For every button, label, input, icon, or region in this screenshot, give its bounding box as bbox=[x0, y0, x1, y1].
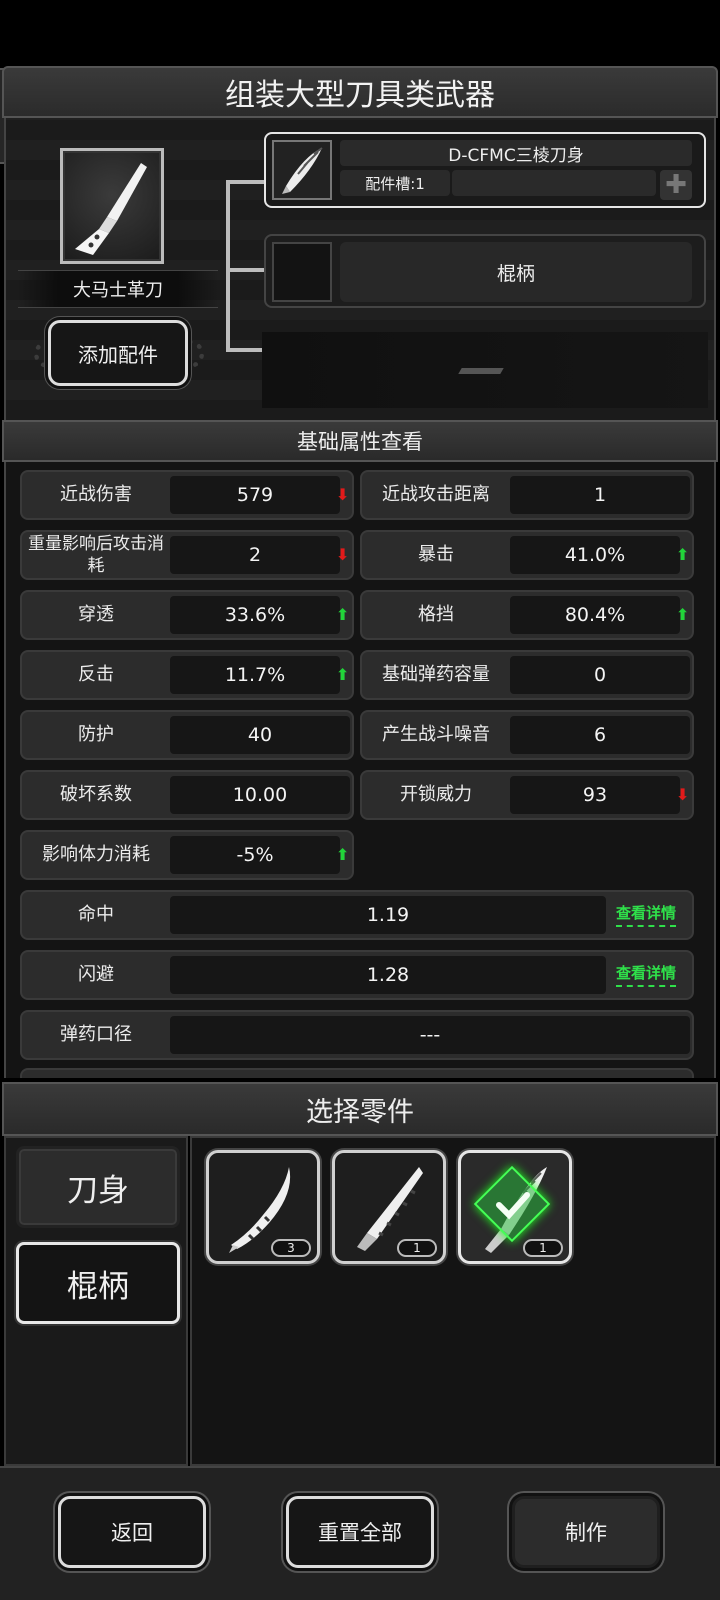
stat-value: 579 bbox=[170, 476, 340, 514]
slot-part-name: D-CFMC三棱刀身 bbox=[340, 140, 692, 166]
stat-label: 闪避 bbox=[78, 964, 114, 985]
add-attachment-button[interactable]: 添加配件 bbox=[48, 320, 188, 386]
connector-line bbox=[226, 268, 266, 272]
stat-label: 近战伤害 bbox=[60, 484, 132, 505]
category-tab-handle[interactable]: 棍柄 bbox=[16, 1242, 180, 1324]
stat-destruction: 破坏系数 10.00 bbox=[20, 770, 354, 820]
stat-accuracy: 命中 1.19 查看详情 bbox=[20, 890, 694, 940]
stat-noise: 产生战斗噪音 6 bbox=[360, 710, 694, 760]
arrow-up-icon: ⬆ bbox=[676, 605, 690, 624]
attachment-slot-locked bbox=[262, 332, 708, 408]
connector-line bbox=[226, 200, 230, 350]
stats-section-title: 基础属性查看 bbox=[2, 420, 718, 462]
back-button[interactable]: 返回 bbox=[58, 1496, 206, 1568]
stat-dodge: 闪避 1.28 查看详情 bbox=[20, 950, 694, 1000]
stat-caliber: 弹药口径 --- bbox=[20, 1010, 694, 1060]
stat-label: 开锁威力 bbox=[400, 784, 472, 805]
parts-section-title: 选择零件 bbox=[2, 1082, 718, 1136]
stat-label: 暴击 bbox=[418, 544, 454, 565]
stat-label: 基础弹药容量 bbox=[382, 664, 490, 685]
stat-value: 80.4% bbox=[510, 596, 680, 634]
stat-block: 格挡 80.4% ⬆ bbox=[360, 590, 694, 640]
view-details-link[interactable]: 查看详情 bbox=[616, 962, 677, 987]
stat-weight-cost: 重量影响后攻击消耗 2 ⬇ bbox=[20, 530, 354, 580]
stat-value: 6 bbox=[510, 716, 690, 754]
parts-grid: 3 1 1 bbox=[190, 1136, 716, 1466]
arrow-down-icon: ⬇ bbox=[336, 485, 350, 504]
arrow-up-icon: ⬆ bbox=[336, 605, 350, 624]
empty-slot-icon bbox=[272, 242, 332, 302]
stat-label: 重量影响后攻击消耗 bbox=[28, 534, 164, 576]
stat-label: 产生战斗噪音 bbox=[382, 724, 490, 745]
connector-line bbox=[226, 180, 230, 204]
arrow-up-icon: ⬆ bbox=[336, 665, 350, 684]
stat-label: 破坏系数 bbox=[60, 784, 132, 805]
category-tab-blade[interactable]: 刀身 bbox=[16, 1146, 180, 1228]
locked-dash-icon bbox=[458, 368, 504, 374]
stat-value: 11.7% bbox=[170, 656, 340, 694]
stat-protection: 防护 40 bbox=[20, 710, 354, 760]
stat-label: 穿透 bbox=[78, 604, 114, 625]
stat-label: 近战攻击距离 bbox=[382, 484, 490, 505]
stat-value: --- bbox=[170, 1016, 690, 1054]
arrow-down-icon: ⬇ bbox=[676, 785, 690, 804]
knife-icon bbox=[75, 163, 147, 255]
stat-melee-range: 近战攻击距离 1 bbox=[360, 470, 694, 520]
stat-label: 防护 bbox=[78, 724, 114, 745]
weapon-name: 大马士革刀 bbox=[18, 270, 218, 308]
stat-stamina: 影响体力消耗 -5% ⬆ bbox=[20, 830, 354, 880]
attachment-slot-blade[interactable]: D-CFMC三棱刀身 配件槽:1 ✚ bbox=[264, 132, 706, 208]
stat-value: 1.28 bbox=[170, 956, 606, 994]
connector-line bbox=[226, 348, 266, 352]
slot-count-label: 配件槽:1 bbox=[340, 170, 450, 196]
stat-value: 33.6% bbox=[170, 596, 340, 634]
stat-value: 0 bbox=[510, 656, 690, 694]
stat-melee-damage: 近战伤害 579 ⬇ bbox=[20, 470, 354, 520]
category-list: 刀身 棍柄 bbox=[4, 1136, 188, 1466]
stat-label: 反击 bbox=[78, 664, 114, 685]
stat-label: 弹药口径 bbox=[60, 1024, 132, 1045]
stat-value: 41.0% bbox=[510, 536, 680, 574]
page-title: 组装大型刀具类武器 bbox=[2, 66, 718, 118]
stat-label: 影响体力消耗 bbox=[42, 844, 150, 865]
blade-part-icon bbox=[272, 140, 332, 200]
stat-value: 1 bbox=[510, 476, 690, 514]
view-details-link[interactable]: 查看详情 bbox=[616, 902, 677, 927]
stat-label: 命中 bbox=[78, 904, 114, 925]
part-item-selected[interactable]: 1 bbox=[458, 1150, 572, 1264]
stat-value: 93 bbox=[510, 776, 680, 814]
part-count-badge: 1 bbox=[523, 1239, 563, 1257]
attachment-slot-handle[interactable]: 棍柄 bbox=[264, 234, 706, 308]
stats-panel: 近战伤害 579 ⬇ 近战攻击距离 1 重量影响后攻击消耗 2 ⬇ 暴击 41.… bbox=[4, 462, 716, 1078]
stat-row-partial bbox=[20, 1068, 694, 1078]
stat-label: 格挡 bbox=[418, 604, 454, 625]
stat-value: -5% bbox=[170, 836, 340, 874]
part-count-badge: 1 bbox=[397, 1239, 437, 1257]
stat-lockpick: 开锁威力 93 ⬇ bbox=[360, 770, 694, 820]
stat-value: 2 bbox=[170, 536, 340, 574]
stat-value: 1.19 bbox=[170, 896, 606, 934]
stat-value: 40 bbox=[170, 716, 350, 754]
stat-value: 10.00 bbox=[170, 776, 350, 814]
stat-crit: 暴击 41.0% ⬆ bbox=[360, 530, 694, 580]
arrow-down-icon: ⬇ bbox=[336, 545, 350, 564]
stat-penetration: 穿透 33.6% ⬆ bbox=[20, 590, 354, 640]
slot-part-name: 棍柄 bbox=[340, 242, 692, 302]
connector-line bbox=[226, 180, 266, 184]
stat-ammo-capacity: 基础弹药容量 0 bbox=[360, 650, 694, 700]
add-slot-button[interactable]: ✚ bbox=[660, 170, 692, 200]
arrow-up-icon: ⬆ bbox=[336, 845, 350, 864]
stat-counter: 反击 11.7% ⬆ bbox=[20, 650, 354, 700]
arrow-up-icon: ⬆ bbox=[676, 545, 690, 564]
part-item[interactable]: 1 bbox=[332, 1150, 446, 1264]
part-item[interactable]: 3 bbox=[206, 1150, 320, 1264]
part-count-badge: 3 bbox=[271, 1239, 311, 1257]
reset-all-button[interactable]: 重置全部 bbox=[286, 1496, 434, 1568]
slot-sub-bar bbox=[452, 170, 656, 196]
craft-button[interactable]: 制作 bbox=[512, 1496, 660, 1568]
weapon-image bbox=[60, 148, 164, 264]
